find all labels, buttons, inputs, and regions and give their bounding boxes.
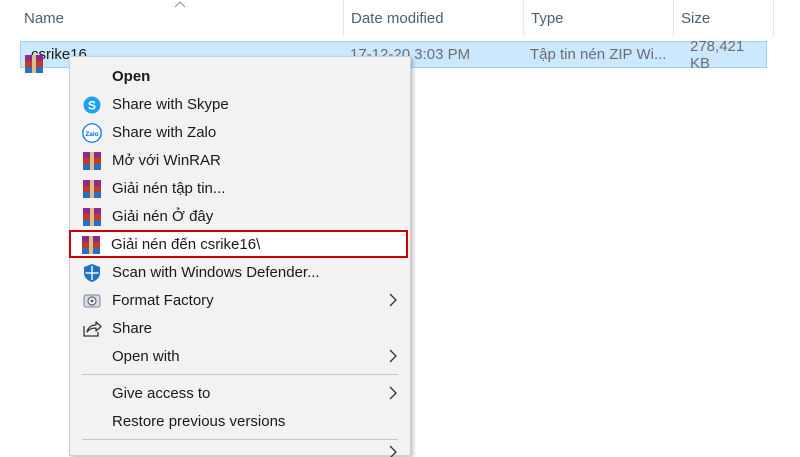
winrar-icon [82,179,102,199]
column-name-header[interactable]: Name [16,0,343,36]
menu-item-extract-files[interactable]: Giải nén tập tin... [70,174,410,202]
svg-text:S: S [88,99,96,113]
chevron-right-icon [389,293,397,307]
menu-separator [82,374,398,375]
menu-item-label: Mở với WinRAR [112,151,221,169]
menu-item-label: Scan with Windows Defender... [112,263,320,281]
column-divider[interactable] [773,0,774,36]
menu-item-share-with-skype[interactable]: S Share with Skype [70,90,410,118]
file-size: 278,421 KB [690,37,745,72]
winrar-icon [81,235,101,255]
menu-item-label: Giải nén tập tin... [112,179,226,197]
menu-item-label: Share with Skype [112,95,229,113]
menu-item-label: Give access to [112,384,211,402]
menu-item-label: Open with [112,347,180,365]
menu-item-scan-with-windows-defender[interactable]: Scan with Windows Defender... [70,258,410,286]
column-date-modified-header[interactable]: Date modified [343,0,523,36]
menu-item-share-with-zalo[interactable]: Zalo Share with Zalo [70,118,410,146]
menu-item-share[interactable]: Share [70,314,410,342]
menu-item-open-with[interactable]: Open with [70,342,410,370]
menu-item-format-factory[interactable]: Format Factory [70,286,410,314]
menu-item-extract-to-folder[interactable]: Giải nén đến csrike16\ [69,230,408,258]
menu-item-give-access-to[interactable]: Give access to [70,379,410,407]
chevron-right-icon [389,349,397,363]
zalo-icon: Zalo [82,123,102,143]
menu-item-label: Open [112,67,151,85]
menu-item-label: Format Factory [112,291,214,309]
share-icon [82,319,102,339]
menu-item-label: Restore previous versions [112,412,286,430]
winrar-icon [82,151,102,171]
menu-item-label: Giải nén đến csrike16\ [111,235,261,253]
column-type-header[interactable]: Type [523,0,673,36]
menu-item-extract-here[interactable]: Giải nén Ở đây [70,202,410,230]
svg-text:Zalo: Zalo [85,131,98,138]
column-header-bar: Name Date modified Type Size [0,0,800,36]
menu-item-restore-previous-versions[interactable]: Restore previous versions [70,407,410,435]
column-size-header[interactable]: Size [673,0,773,36]
windows-defender-icon [82,263,102,283]
winrar-icon [82,207,102,227]
menu-separator [82,439,398,440]
chevron-right-icon [389,386,397,400]
file-type: Tập tin nén ZIP Wi... [530,46,667,63]
menu-item-partial[interactable] [70,443,410,457]
menu-item-label: Share with Zalo [112,123,217,141]
format-factory-icon [82,291,102,311]
chevron-right-icon [389,445,397,457]
skype-icon: S [82,95,102,115]
menu-item-open[interactable]: Open [70,62,410,90]
context-menu: Open S Share with Skype Zalo Share with … [69,56,411,457]
menu-item-label: Giải nén Ở đây [112,207,214,225]
menu-item-open-with-winrar[interactable]: Mở với WinRAR [70,146,410,174]
menu-item-label: Share [112,319,153,337]
